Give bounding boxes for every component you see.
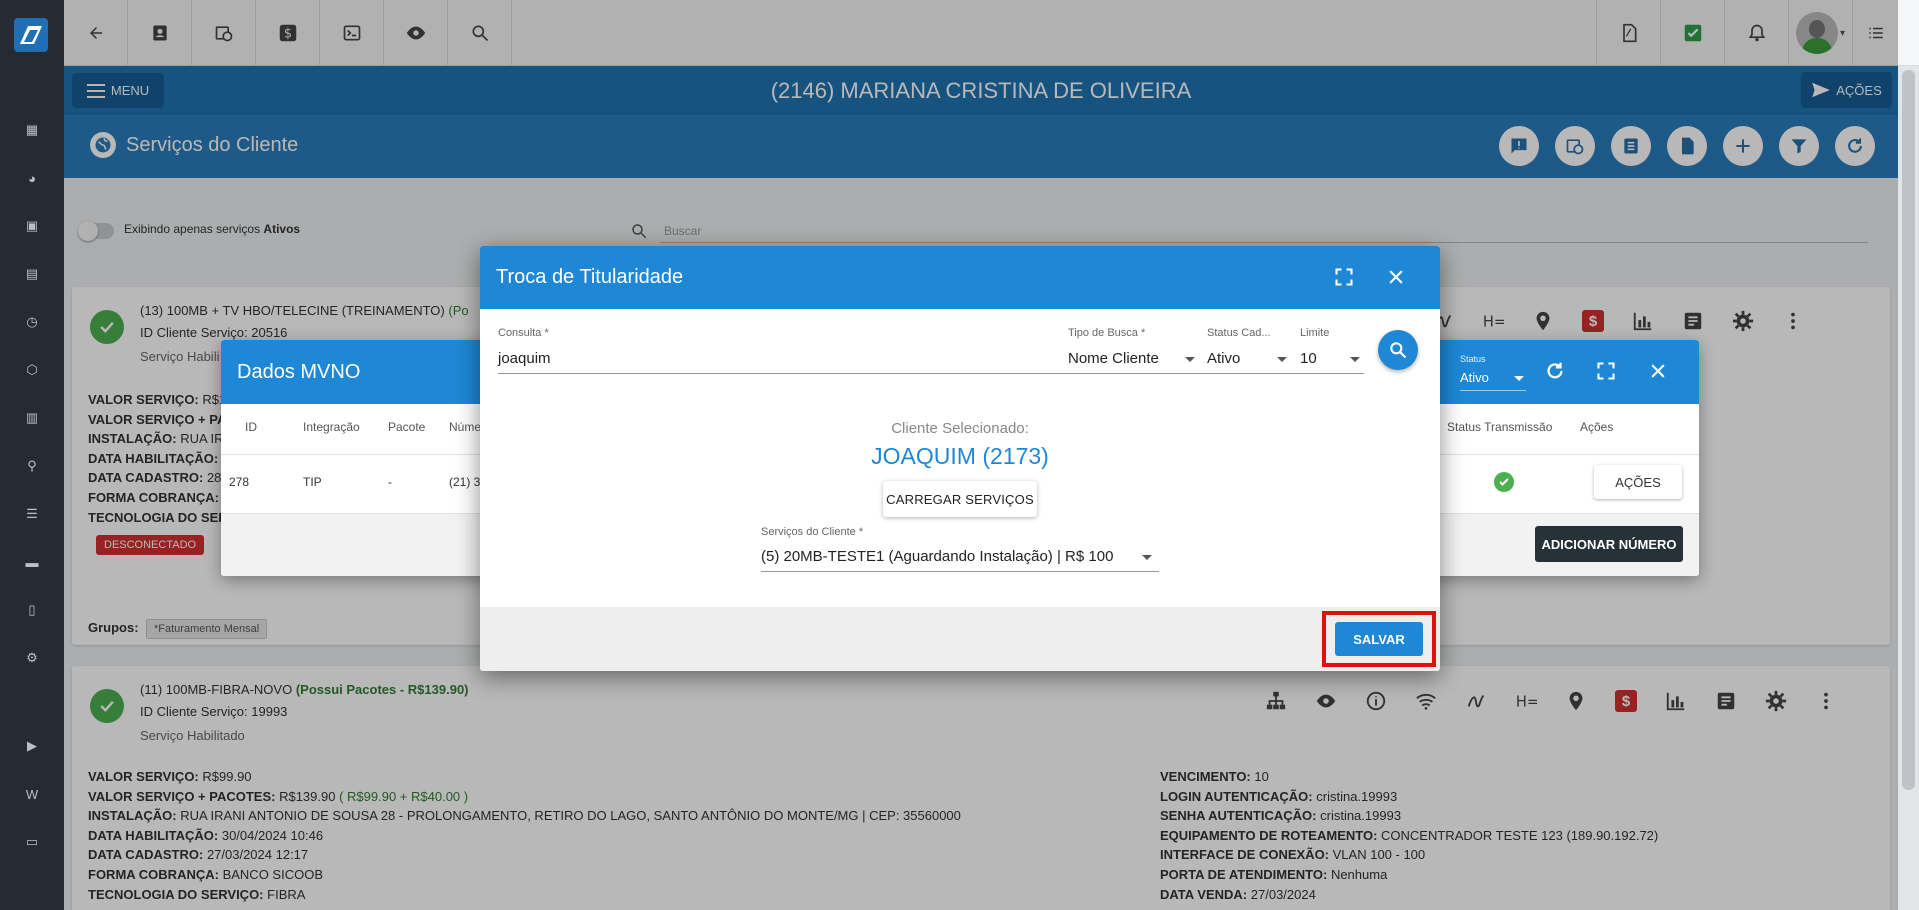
server-icon[interactable]: ▬ bbox=[22, 552, 42, 572]
wiki-icon[interactable]: W bbox=[22, 784, 42, 804]
chat-icon[interactable]: ▭ bbox=[22, 832, 42, 852]
highlight-box bbox=[1322, 611, 1436, 667]
consulta-input[interactable]: joaquim bbox=[498, 350, 551, 367]
col-id: ID bbox=[245, 420, 257, 434]
chart-pie-icon[interactable]: ◕ bbox=[22, 168, 42, 188]
limite-select[interactable]: 10 bbox=[1300, 350, 1317, 367]
close-icon bbox=[1389, 270, 1403, 284]
fullscreen-icon bbox=[1335, 268, 1353, 286]
row-pacote: - bbox=[388, 475, 392, 489]
list-icon[interactable]: ☰ bbox=[22, 504, 42, 524]
dashboard-icon[interactable]: ▦ bbox=[22, 120, 42, 140]
document-icon[interactable]: ▯ bbox=[22, 600, 42, 620]
chevron-down-icon bbox=[1277, 357, 1287, 362]
add-number-button[interactable]: ADICIONAR NÚMERO bbox=[1535, 526, 1683, 562]
row-acoes-button[interactable]: AÇÕES bbox=[1594, 465, 1682, 499]
chevron-down-icon bbox=[1514, 376, 1524, 381]
status-cad-select[interactable]: Ativo bbox=[1207, 350, 1240, 367]
dialog-search-button[interactable] bbox=[1378, 330, 1418, 370]
cube-icon[interactable]: ⬡ bbox=[22, 360, 42, 380]
mvno-refresh-button[interactable] bbox=[1544, 360, 1566, 382]
status-cad-label: Status Cad... bbox=[1207, 327, 1271, 339]
col-integracao: Integração bbox=[303, 420, 360, 434]
selected-client-label: Cliente Selecionado: bbox=[891, 420, 1029, 437]
transfer-ownership-dialog: Troca de Titularidade Consulta * joaquim… bbox=[480, 246, 1440, 671]
col-acoes: Ações bbox=[1580, 420, 1614, 434]
left-rail: ▦ ◕ ▣ ▤ ◷ ⬡ ▥ ⚲ ☰ ▬ ▯ ⚙ ▶ W ▭ bbox=[0, 0, 64, 910]
dialog-footer bbox=[480, 607, 1440, 671]
dialog-close-button[interactable] bbox=[1386, 267, 1406, 287]
mvno-close-button[interactable] bbox=[1648, 361, 1668, 381]
tipo-busca-label: Tipo de Busca * bbox=[1068, 327, 1146, 339]
row-id: 278 bbox=[229, 475, 250, 489]
app-logo[interactable] bbox=[14, 18, 48, 52]
consulta-label: Consulta * bbox=[498, 327, 549, 339]
limite-label: Limite bbox=[1300, 327, 1330, 339]
col-pacote: Pacote bbox=[388, 420, 426, 434]
mvno-fullscreen-button[interactable] bbox=[1596, 361, 1616, 381]
servicos-select[interactable]: (5) 20MB-TESTE1 (Aguardando Instalação) … bbox=[761, 548, 1113, 565]
row-integracao: TIP bbox=[303, 475, 322, 489]
calendar-clock-icon[interactable]: ◷ bbox=[22, 312, 42, 332]
mvno-title: Dados MVNO bbox=[237, 361, 361, 383]
servicos-label: Serviços do Cliente * bbox=[761, 526, 864, 538]
chevron-down-icon bbox=[1350, 357, 1360, 362]
mvno-status-select[interactable]: Status Ativo bbox=[1456, 346, 1526, 396]
settings-icon[interactable]: ⚙ bbox=[22, 648, 42, 668]
selected-client-name: JOAQUIM (2173) bbox=[871, 443, 1049, 469]
dialog-title: Troca de Titularidade bbox=[496, 266, 684, 288]
contact-card-icon[interactable]: ▣ bbox=[22, 216, 42, 236]
close-icon bbox=[1651, 364, 1665, 378]
money-icon[interactable]: ▥ bbox=[22, 408, 42, 428]
board-icon[interactable]: ▤ bbox=[22, 264, 42, 284]
row-numero: (21) 3 bbox=[449, 475, 481, 489]
load-services-button[interactable]: CARREGAR SERVIÇOS bbox=[883, 481, 1037, 517]
chevron-down-icon bbox=[1142, 555, 1152, 560]
search-icon bbox=[1390, 342, 1407, 359]
transmission-ok-icon bbox=[1494, 472, 1514, 492]
fullscreen-icon bbox=[1597, 362, 1615, 380]
tipo-busca-select[interactable]: Nome Cliente bbox=[1068, 350, 1159, 367]
map-pin-icon[interactable]: ⚲ bbox=[22, 456, 42, 476]
col-status-transmissao: Status Transmissão bbox=[1447, 420, 1553, 434]
col-numero: Núme bbox=[449, 420, 482, 434]
chevron-down-icon bbox=[1185, 357, 1195, 362]
refresh-icon bbox=[1547, 362, 1563, 379]
video-icon[interactable]: ▶ bbox=[22, 736, 42, 756]
dialog-fullscreen-button[interactable] bbox=[1334, 267, 1354, 287]
page-scrollbar[interactable] bbox=[1898, 66, 1919, 910]
